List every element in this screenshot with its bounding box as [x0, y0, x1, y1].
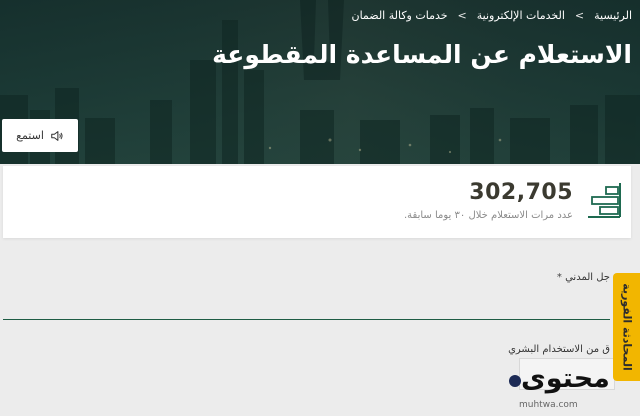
listen-button-label: استمع	[16, 129, 44, 142]
civil-id-label: جل المدني *	[557, 272, 610, 283]
civil-id-input[interactable]	[3, 292, 610, 320]
breadcrumb-separator: <	[574, 9, 585, 22]
breadcrumb-eservices[interactable]: الخدمات الإلكترونية	[477, 9, 565, 22]
breadcrumb-current[interactable]: خدمات وكالة الضمان	[351, 9, 447, 22]
breadcrumb-home[interactable]: الرئيسية	[594, 9, 632, 22]
query-count-value: 302,705	[469, 180, 573, 205]
listen-button[interactable]: استمع	[2, 119, 78, 152]
watermark-domain: muhtwa.com	[519, 400, 578, 410]
watermark-dot-icon	[509, 375, 521, 387]
civil-id-label-text: جل المدني	[565, 272, 610, 283]
city-skyline-image	[0, 0, 640, 164]
hero-banner: الرئيسية < الخدمات الإلكترونية < خدمات و…	[0, 0, 640, 164]
page-title: الاستعلام عن المساعدة المقطوعة	[212, 40, 632, 69]
breadcrumb: الرئيسية < الخدمات الإلكترونية < خدمات و…	[351, 9, 632, 22]
captcha-label: ق من الاستخدام البشري	[508, 344, 610, 355]
breadcrumb-separator: <	[457, 9, 467, 22]
speaker-icon	[51, 130, 63, 141]
required-mark: *	[556, 272, 562, 283]
live-chat-label: المحادثة الفورية	[620, 283, 633, 371]
stats-card: 302,705 عدد مرات الاستعلام خلال ٣٠ يوما …	[3, 166, 631, 238]
watermark-text: محتوى	[521, 363, 610, 394]
watermark-logo: محتوى muhtwa.com	[505, 363, 630, 413]
bar-chart-icon	[588, 183, 621, 218]
query-count-label: عدد مرات الاستعلام خلال ٣٠ يوما سابقة.	[403, 210, 573, 221]
